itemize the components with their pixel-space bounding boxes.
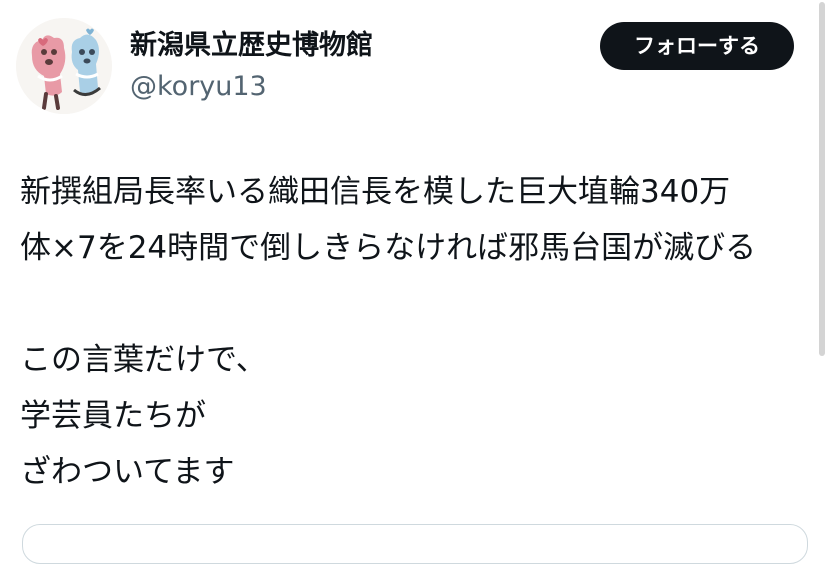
tweet-text-line: 学芸員たちが <box>20 398 206 434</box>
tweet-text-line: この言葉だけで、 <box>20 342 267 378</box>
author-handle[interactable]: @koryu13 <box>130 70 267 104</box>
tweet-text-line: 新撰組局長率いる織田信長を模した巨大埴輪340万 <box>20 174 731 210</box>
tweet-text-line: ざわついてます <box>20 454 235 490</box>
haniwa-avatar-icon[interactable] <box>16 18 112 114</box>
tweet-text-line: 体×7を24時間で倒しきらなければ邪馬台国が滅びる <box>20 230 757 266</box>
author-display-name[interactable]: 新潟県立歴史博物館 <box>130 28 373 64</box>
tweet-text: 新撰組局長率いる織田信長を模した巨大埴輪340万 体×7を24時間で倒しきらなけ… <box>20 164 820 500</box>
tweet-header: 新潟県立歴史博物館 @koryu13 フォローする <box>0 0 828 130</box>
follow-button[interactable]: フォローする <box>600 22 794 70</box>
scrollbar[interactable] <box>819 0 825 534</box>
scrollbar-thumb[interactable] <box>819 2 825 356</box>
embedded-card-edge[interactable] <box>22 524 808 564</box>
